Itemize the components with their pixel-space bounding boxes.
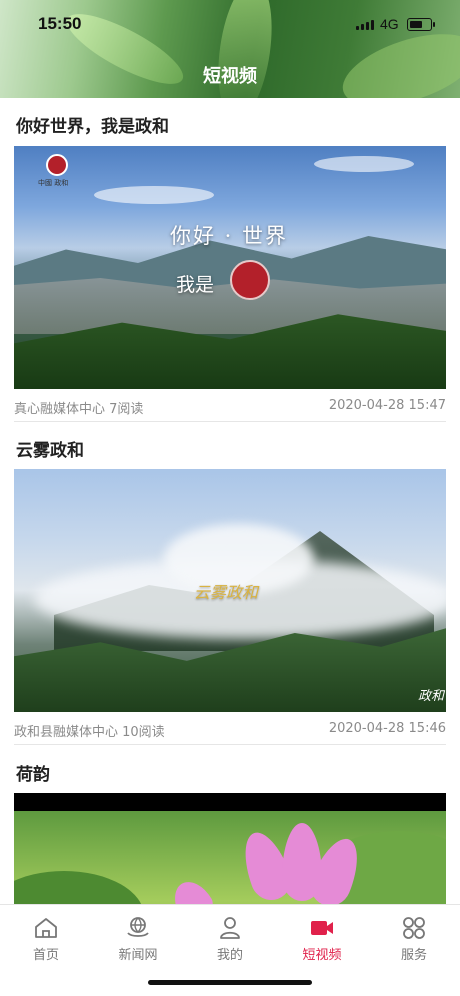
video-thumbnail[interactable] <box>14 793 446 904</box>
video-title[interactable]: 你好世界，我是政和 <box>16 112 169 137</box>
tab-label: 新闻网 <box>118 948 158 963</box>
video-feed[interactable]: 你好世界，我是政和 中國 政和 你好 · 世界 我是 真心融媒体中心 7阅读 2… <box>0 98 460 904</box>
video-title[interactable]: 云雾政和 <box>16 436 84 461</box>
logo-caption: 中國 政和 <box>38 179 69 187</box>
lotus-petal <box>166 874 218 904</box>
battery-icon <box>407 18 435 31</box>
divider <box>14 744 446 745</box>
video-title[interactable]: 荷韵 <box>16 760 50 785</box>
header: 15:50 4G 短视频 <box>0 0 460 98</box>
grid-circles-icon <box>403 917 425 939</box>
video-thumbnail[interactable]: 中國 政和 你好 · 世界 我是 <box>14 146 446 389</box>
video-source: 真心融媒体中心 7阅读 <box>14 402 144 417</box>
video-date: 2020-04-28 15:47 <box>328 398 446 413</box>
tab-short-video[interactable]: 短视频 <box>276 915 368 965</box>
tab-mine[interactable]: 我的 <box>184 915 276 965</box>
cloud <box>314 156 414 172</box>
overlay-text: 我是 <box>176 274 215 296</box>
globe-hand-icon <box>127 917 149 937</box>
overlay-caption: 云雾政和 <box>194 583 259 602</box>
page-title: 短视频 <box>203 66 257 87</box>
tab-label: 短视频 <box>302 948 342 963</box>
seal-logo-icon <box>230 260 270 300</box>
overlay-watermark: 政和 <box>417 689 444 704</box>
video-date: 2020-04-28 15:46 <box>328 721 446 736</box>
divider <box>14 421 446 422</box>
user-icon <box>220 917 240 939</box>
status-bar: 15:50 4G <box>0 14 460 38</box>
home-icon <box>35 918 57 938</box>
tab-label: 我的 <box>216 948 243 963</box>
video-thumbnail[interactable]: 云雾政和 政和 <box>14 469 446 712</box>
network-type: 4G <box>380 16 399 32</box>
tab-label: 首页 <box>32 948 59 963</box>
cloud <box>94 186 214 204</box>
signal-icon <box>356 20 374 30</box>
video-camera-icon <box>311 921 333 935</box>
brand-logo-icon <box>46 154 68 176</box>
home-indicator[interactable] <box>148 980 312 985</box>
lotus-scene <box>14 811 446 904</box>
tab-label: 服务 <box>400 948 427 963</box>
tab-service[interactable]: 服务 <box>368 915 460 965</box>
overlay-text: 你好 · 世界 <box>170 224 289 248</box>
lotus-leaf <box>14 871 144 904</box>
video-source: 政和县融媒体中心 10阅读 <box>14 725 165 740</box>
status-time: 15:50 <box>38 14 82 33</box>
tab-home[interactable]: 首页 <box>0 915 92 965</box>
tab-news[interactable]: 新闻网 <box>92 915 184 965</box>
